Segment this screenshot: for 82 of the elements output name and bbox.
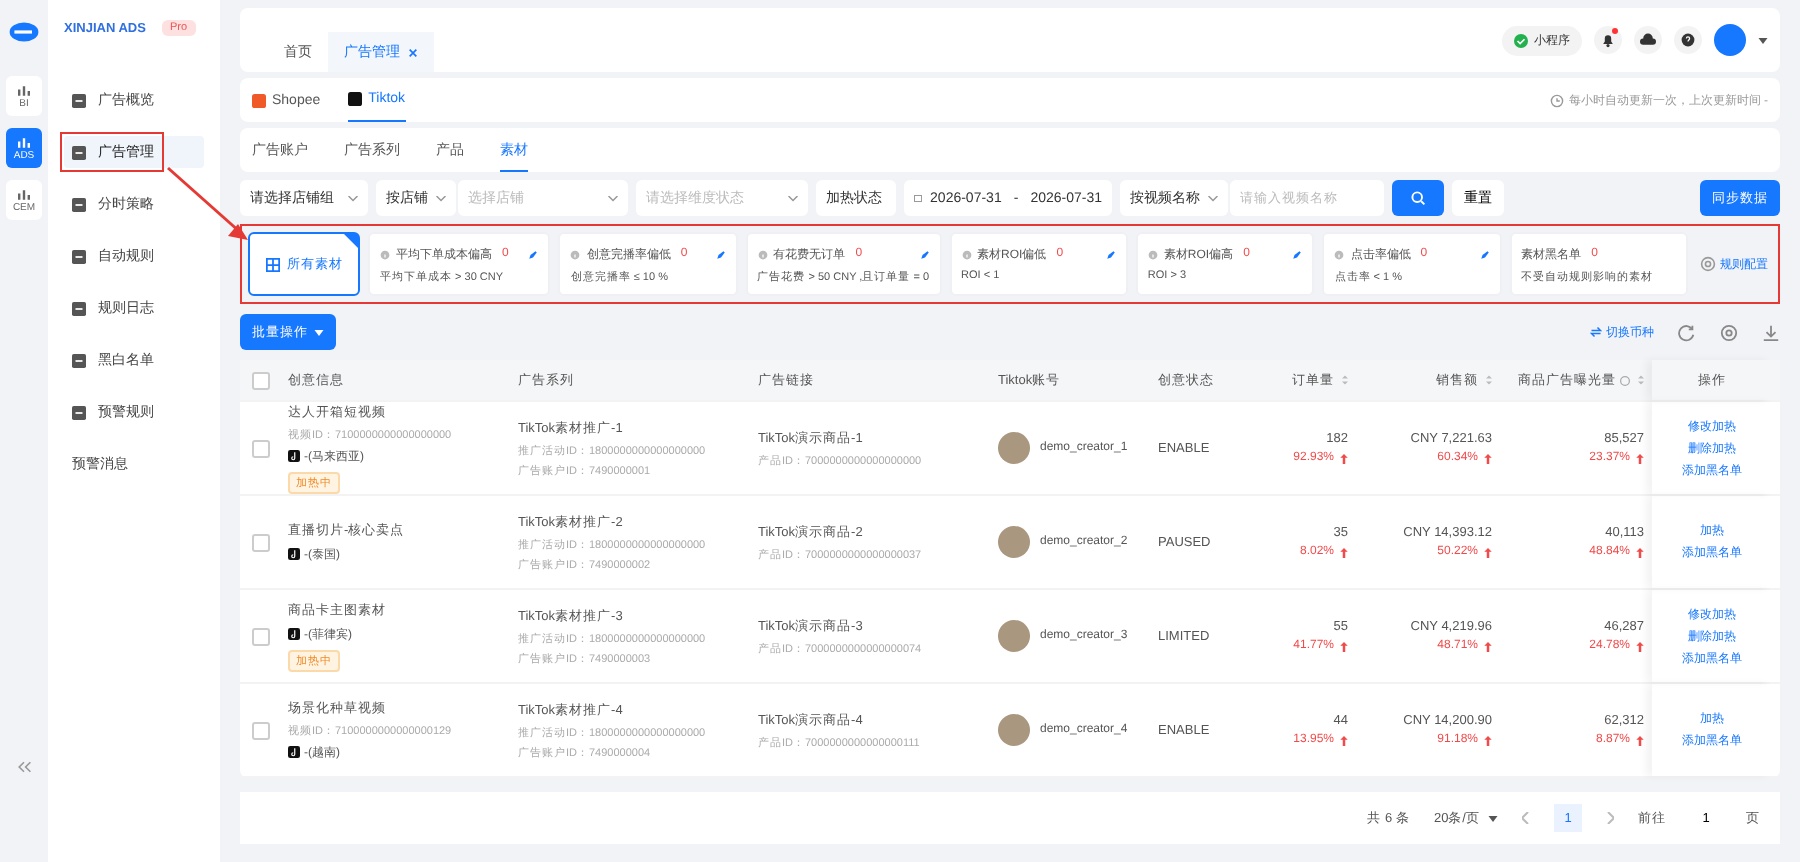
search-icon — [1410, 190, 1426, 206]
arrow-up-icon — [1636, 547, 1644, 557]
chevron-down-icon — [1208, 195, 1218, 201]
nav-icon — [72, 353, 86, 367]
arrow-up-icon — [1340, 547, 1348, 557]
search-button[interactable] — [1392, 180, 1444, 216]
nav-icon — [72, 145, 86, 159]
bell-icon — [1600, 32, 1616, 48]
close-icon[interactable] — [408, 47, 418, 57]
tiktok-icon — [288, 450, 300, 462]
info-icon — [1147, 249, 1158, 260]
arrow-up-icon — [1484, 735, 1492, 745]
arrow-up-icon — [1484, 547, 1492, 557]
check-circle-icon — [1514, 33, 1528, 47]
info-icon — [961, 249, 972, 260]
cloud-icon — [1640, 32, 1656, 48]
edit-icon[interactable] — [1105, 249, 1116, 260]
arrow-up-icon — [1636, 641, 1644, 651]
caret-icon — [314, 329, 324, 335]
row-checkbox[interactable] — [251, 439, 269, 457]
tiktok-icon — [288, 548, 300, 560]
settings-icon[interactable] — [1720, 323, 1738, 341]
chevron-down-icon — [436, 195, 446, 201]
logo-icon — [8, 20, 40, 44]
info-icon — [757, 249, 768, 259]
tiktok-icon — [288, 746, 300, 758]
photo-placeholder — [998, 714, 1030, 746]
bar-chart-icon — [16, 135, 32, 149]
refresh-icon[interactable] — [1678, 323, 1696, 341]
chevron-down-icon — [788, 195, 798, 201]
info-icon — [570, 249, 581, 259]
photo-placeholder — [998, 526, 1030, 558]
arrow-up-icon — [1484, 641, 1492, 651]
chevron-down-icon — [348, 195, 358, 201]
tiktok-icon — [288, 628, 300, 640]
row-checkbox[interactable] — [251, 533, 269, 551]
arrow-up-icon — [1636, 735, 1644, 745]
row-checkbox[interactable] — [251, 721, 269, 739]
highlight-frame — [60, 132, 164, 172]
edit-icon[interactable] — [528, 249, 539, 259]
arrow-up-icon — [1340, 453, 1348, 463]
caret-icon[interactable] — [1758, 37, 1768, 43]
info-icon — [380, 249, 390, 259]
nav-icon — [72, 249, 86, 263]
nav-icon — [72, 93, 86, 107]
edit-icon[interactable] — [919, 249, 930, 259]
cloud-button[interactable] — [1634, 26, 1662, 54]
edit-icon[interactable] — [1292, 249, 1303, 260]
arrow-up-icon — [1340, 735, 1348, 745]
edit-icon[interactable] — [1479, 249, 1490, 259]
nav-icon — [72, 197, 86, 211]
grid-icon — [265, 257, 279, 271]
next-page-icon[interactable] — [1606, 812, 1614, 824]
photo-placeholder — [998, 620, 1030, 652]
chevron-down-icon — [608, 195, 618, 201]
caret-icon — [1488, 815, 1498, 821]
select-all-checkbox[interactable] — [251, 371, 269, 389]
bar-chart-icon — [16, 83, 32, 97]
bar-chart-icon — [16, 187, 32, 201]
arrow-up-icon — [1484, 453, 1492, 463]
info-icon — [1334, 249, 1345, 259]
nav-icon — [72, 301, 86, 315]
help-icon — [1680, 32, 1696, 48]
avatar[interactable] — [1714, 24, 1746, 56]
notification-button[interactable] — [1594, 26, 1622, 54]
help-button[interactable] — [1674, 26, 1702, 54]
swap-icon — [1590, 326, 1602, 338]
nav-icon — [72, 405, 86, 419]
info-icon — [1620, 375, 1630, 385]
previous-page-icon[interactable] — [1522, 812, 1530, 824]
clock-icon — [1550, 93, 1565, 107]
download-icon[interactable] — [1762, 323, 1780, 341]
arrow-up-icon — [1636, 453, 1644, 463]
platform-logo-icon — [252, 93, 266, 107]
platform-logo-icon — [348, 92, 363, 106]
edit-icon[interactable] — [715, 249, 726, 259]
arrow-up-icon — [1340, 641, 1348, 651]
photo-placeholder — [998, 432, 1030, 464]
row-checkbox[interactable] — [251, 627, 269, 645]
settings-icon — [1700, 256, 1717, 272]
collapse-icon[interactable] — [16, 760, 32, 774]
calendar-icon — [914, 192, 923, 204]
